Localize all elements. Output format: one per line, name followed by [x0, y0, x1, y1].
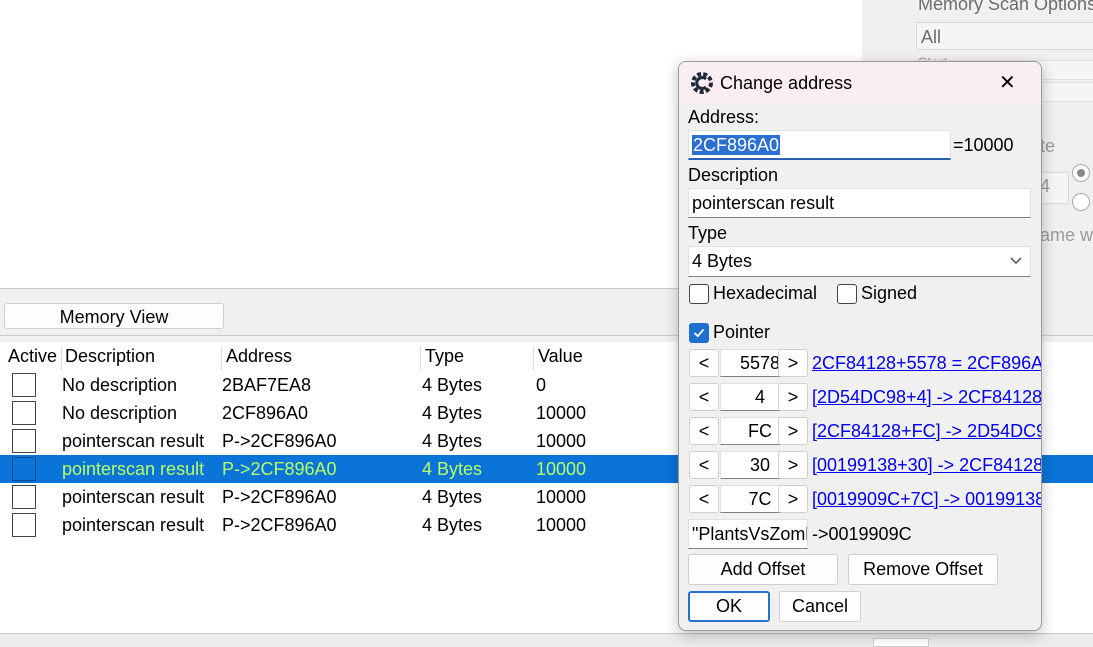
- description-input[interactable]: pointerscan result: [688, 188, 1031, 218]
- row-description: No description: [62, 403, 178, 423]
- active-checkbox[interactable]: [12, 373, 36, 397]
- row-type: 4 Bytes: [422, 375, 483, 395]
- header-active[interactable]: Active: [8, 346, 57, 367]
- signed-checkbox[interactable]: [837, 284, 857, 304]
- row-value: 0: [536, 375, 547, 395]
- row-address: P->2CF896A0: [222, 459, 337, 479]
- type-select[interactable]: 4 Bytes: [688, 246, 1031, 277]
- base-address-result: ->0019909C: [812, 524, 912, 544]
- active-checkbox[interactable]: [12, 429, 36, 453]
- header-description[interactable]: Description: [65, 346, 155, 367]
- cheat-engine-icon: [691, 72, 713, 94]
- active-checkbox[interactable]: [12, 401, 36, 425]
- checkmark-icon: [693, 328, 705, 338]
- partial-label-ame: ame w: [1040, 225, 1093, 245]
- header-type[interactable]: Type: [425, 346, 464, 367]
- row-description: pointerscan result: [62, 431, 205, 451]
- row-address: 2BAF7EA8: [222, 375, 312, 395]
- row-description: pointerscan result: [62, 487, 205, 507]
- increment-offset-button[interactable]: >: [778, 451, 808, 479]
- increment-offset-button[interactable]: >: [778, 349, 808, 377]
- row-value: 10000: [536, 459, 587, 479]
- row-value: 10000: [536, 515, 587, 535]
- row-type: 4 Bytes: [422, 515, 483, 535]
- type-value: 4 Bytes: [692, 251, 753, 271]
- column-separator: [61, 346, 62, 370]
- decrement-offset-button[interactable]: <: [689, 485, 719, 513]
- bottom-control[interactable]: [873, 638, 929, 647]
- active-checkbox[interactable]: [12, 457, 36, 481]
- header-address[interactable]: Address: [226, 346, 292, 367]
- memory-view-button[interactable]: Memory View: [4, 303, 224, 329]
- address-result: =10000: [953, 135, 1014, 155]
- cancel-button[interactable]: Cancel: [779, 591, 861, 622]
- offset-link[interactable]: [2CF84128+FC] -> 2D54DC98: [812, 417, 1041, 445]
- type-label: Type: [688, 223, 728, 243]
- row-address: P->2CF896A0: [222, 515, 337, 535]
- address-value: 2CF896A0: [692, 135, 781, 155]
- row-address: P->2CF896A0: [222, 431, 337, 451]
- row-address: 2CF896A0: [222, 403, 309, 423]
- row-type: 4 Bytes: [422, 403, 483, 423]
- row-value: 10000: [536, 403, 587, 423]
- description-label: Description: [688, 165, 779, 185]
- column-separator: [533, 346, 534, 370]
- chevron-down-icon: [1010, 257, 1022, 264]
- offset-link[interactable]: [00199138+30] -> 2CF84128: [812, 451, 1041, 479]
- remove-offset-button[interactable]: Remove Offset: [848, 554, 998, 585]
- radio-option-1[interactable]: [1072, 164, 1090, 182]
- offset-link[interactable]: [0019909C+7C] -> 00199138: [812, 485, 1041, 513]
- radio-option-2[interactable]: [1072, 193, 1090, 211]
- scan-region-select[interactable]: All: [916, 22, 1093, 50]
- increment-offset-button[interactable]: >: [778, 383, 808, 411]
- hexadecimal-checkbox[interactable]: [689, 284, 709, 304]
- status-strip: [0, 633, 1093, 646]
- scan-options-label: Memory Scan Options: [918, 0, 1093, 14]
- decrement-offset-button[interactable]: <: [689, 383, 719, 411]
- row-value: 10000: [536, 431, 587, 451]
- signed-label: Signed: [861, 283, 918, 303]
- decrement-offset-button[interactable]: <: [689, 417, 719, 445]
- decrement-offset-button[interactable]: <: [689, 349, 719, 377]
- pointer-label: Pointer: [713, 322, 771, 342]
- address-label: Address:: [688, 107, 760, 127]
- row-description: No description: [62, 375, 178, 395]
- ok-button[interactable]: OK: [688, 591, 770, 622]
- pointer-checkbox[interactable]: [689, 323, 709, 343]
- active-checkbox[interactable]: [12, 485, 36, 509]
- row-type: 4 Bytes: [422, 431, 483, 451]
- row-description: pointerscan result: [62, 515, 205, 535]
- close-icon[interactable]: ✕: [999, 70, 1016, 95]
- row-description: pointerscan result: [62, 459, 205, 479]
- dialog-title: Change address: [720, 73, 853, 93]
- add-offset-button[interactable]: Add Offset: [688, 554, 838, 585]
- header-value[interactable]: Value: [538, 346, 583, 367]
- column-separator: [420, 346, 421, 370]
- offset-link[interactable]: [2D54DC98+4] -> 2CF84128: [812, 383, 1041, 411]
- column-separator: [221, 346, 222, 370]
- active-checkbox[interactable]: [12, 513, 36, 537]
- change-address-dialog: Change address ✕ Address: 2CF896A0 =1000…: [678, 61, 1042, 631]
- row-type: 4 Bytes: [422, 459, 483, 479]
- offset-link[interactable]: 2CF84128+5578 = 2CF896A0: [812, 349, 1041, 377]
- hexadecimal-label: Hexadecimal: [713, 283, 818, 303]
- increment-offset-button[interactable]: >: [778, 485, 808, 513]
- decrement-offset-button[interactable]: <: [689, 451, 719, 479]
- increment-offset-button[interactable]: >: [778, 417, 808, 445]
- row-value: 10000: [536, 487, 587, 507]
- row-address: P->2CF896A0: [222, 487, 337, 507]
- base-address-input[interactable]: "PlantsVsZombies.exe"+: [688, 519, 808, 549]
- partial-label-te: te: [1040, 136, 1056, 156]
- address-input[interactable]: 2CF896A0: [688, 130, 951, 160]
- row-type: 4 Bytes: [422, 487, 483, 507]
